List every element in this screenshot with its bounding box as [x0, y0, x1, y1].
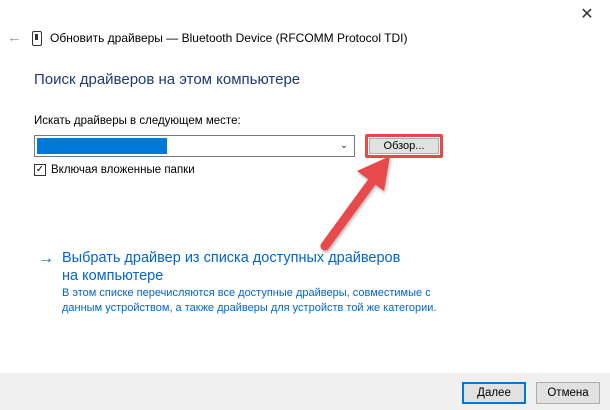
wizard-content: Поиск драйверов на этом компьютере Искат… — [0, 58, 610, 373]
close-icon: ✕ — [580, 6, 594, 23]
back-arrow-icon[interactable]: ← — [7, 30, 23, 46]
pick-from-list-link[interactable]: Выбрать драйвер из списка доступных драй… — [62, 249, 402, 285]
page-title: Поиск драйверов на этом компьютере — [34, 71, 301, 88]
wizard-footer: Далее Отмена — [0, 373, 610, 410]
link-arrow-icon: → — [38, 250, 54, 267]
browse-button[interactable]: Обзор... — [369, 138, 439, 154]
device-icon — [32, 31, 42, 46]
window-title: Обновить драйверы — Bluetooth Device (RF… — [50, 31, 408, 45]
search-location-combobox[interactable]: ⌄ — [34, 135, 355, 157]
search-location-input[interactable] — [37, 138, 167, 154]
next-button[interactable]: Далее — [462, 382, 526, 404]
include-subfolders-label[interactable]: Включая вложенные папки — [51, 163, 195, 177]
close-button[interactable]: ✕ — [564, 0, 610, 28]
cancel-button[interactable]: Отмена — [536, 382, 600, 404]
include-subfolders-checkbox[interactable]: ✓ — [34, 164, 46, 176]
title-bar: ✕ ← Обновить драйверы — Bluetooth Device… — [0, 0, 610, 58]
pick-from-list-description: В этом списке перечисляются все доступны… — [62, 287, 437, 314]
chevron-down-icon[interactable]: ⌄ — [338, 139, 350, 153]
search-location-label: Искать драйверы в следующем месте: — [34, 115, 241, 127]
